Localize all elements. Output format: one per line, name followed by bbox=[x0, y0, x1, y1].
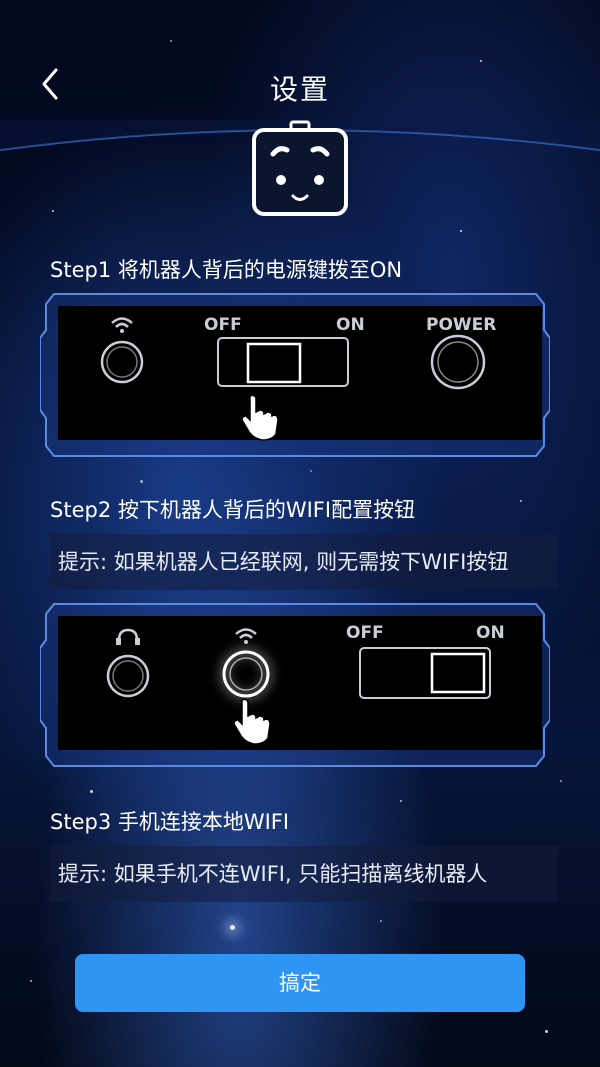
step3-hint: 提示: 如果手机不连WIFI, 只能扫描离线机器人 bbox=[50, 846, 558, 902]
robot-face-icon bbox=[249, 120, 351, 220]
confirm-button[interactable]: 搞定 bbox=[75, 954, 525, 1012]
svg-text:OFF: OFF bbox=[346, 623, 384, 643]
svg-text:ON: ON bbox=[476, 623, 505, 643]
step1-label: Step1 将机器人背后的电源键拨至ON bbox=[50, 258, 403, 282]
step2-panel: OFF ON bbox=[39, 600, 551, 770]
step3-label: Step3 手机连接本地WIFI bbox=[50, 810, 290, 834]
svg-text:OFF: OFF bbox=[204, 315, 242, 335]
step2-label: Step2 按下机器人背后的WIFI配置按钮 bbox=[50, 498, 416, 522]
page-title: 设置 bbox=[269, 73, 330, 106]
step2-hint: 提示: 如果机器人已经联网, 则无需按下WIFI按钮 bbox=[50, 534, 558, 590]
svg-text:POWER: POWER bbox=[426, 315, 496, 335]
step1-panel: OFF ON POWER bbox=[39, 290, 551, 460]
svg-text:ON: ON bbox=[336, 315, 365, 335]
